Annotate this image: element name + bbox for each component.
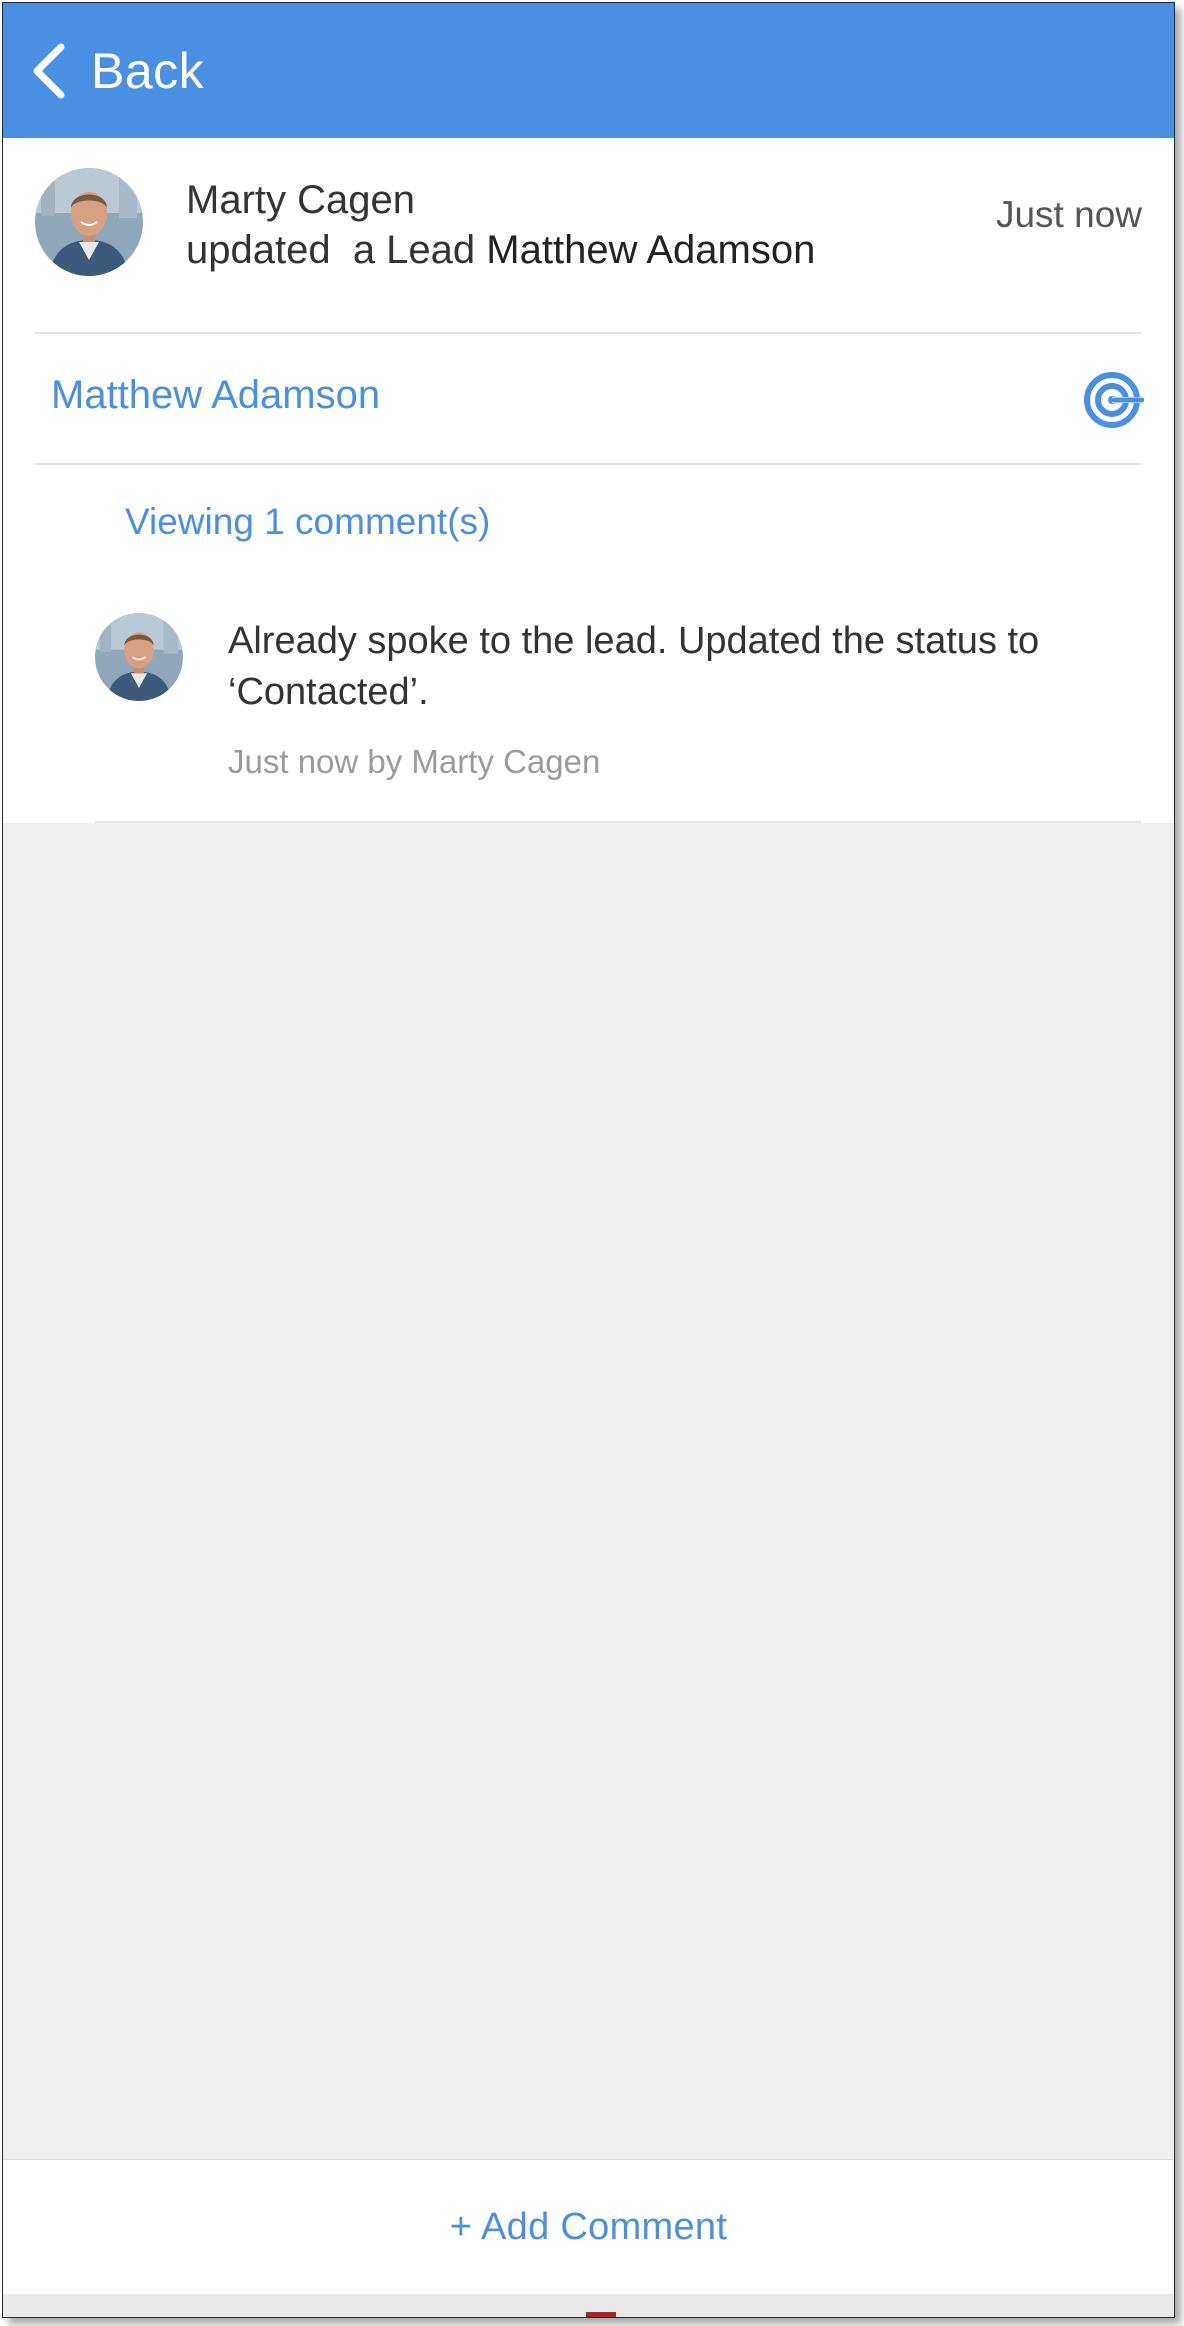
comment-meta: Just now by Marty Cagen (228, 743, 601, 780)
activity-detail: Marty Cagen updated a Lead Matthew Adams… (3, 138, 1174, 823)
lead-name: Matthew Adamson (486, 228, 816, 272)
activity-description: updated a Lead Matthew Adamson (186, 228, 815, 273)
divider (35, 463, 1141, 465)
footer-bar: + Add Comment (3, 2159, 1174, 2295)
comment-text: Already spoke to the lead. Updated the s… (228, 620, 1040, 713)
record-row[interactable]: Matthew Adamson (3, 335, 1174, 465)
comments-count-label[interactable]: Viewing 1 comment(s) (125, 501, 490, 543)
chevron-left-icon (33, 43, 65, 98)
app-frame: Back Marty Cagen updated a Lead Matthew … (2, 2, 1175, 2318)
home-indicator (586, 2312, 616, 2317)
target-icon[interactable] (1084, 370, 1144, 430)
avatar (35, 168, 143, 276)
activity-action: updated a Lead (186, 228, 487, 272)
back-button[interactable]: Back (29, 21, 204, 121)
actor-name: Marty Cagen (186, 178, 415, 222)
avatar (95, 613, 183, 701)
divider (95, 821, 1141, 823)
activity-item: Marty Cagen updated a Lead Matthew Adams… (3, 138, 1174, 333)
lead-record-link[interactable]: Matthew Adamson (51, 373, 380, 418)
divider (35, 332, 1141, 334)
activity-timestamp: Just now (995, 194, 1142, 235)
nav-header: Back (3, 3, 1174, 138)
back-label: Back (91, 42, 205, 99)
add-comment-button[interactable]: + Add Comment (450, 2206, 727, 2249)
